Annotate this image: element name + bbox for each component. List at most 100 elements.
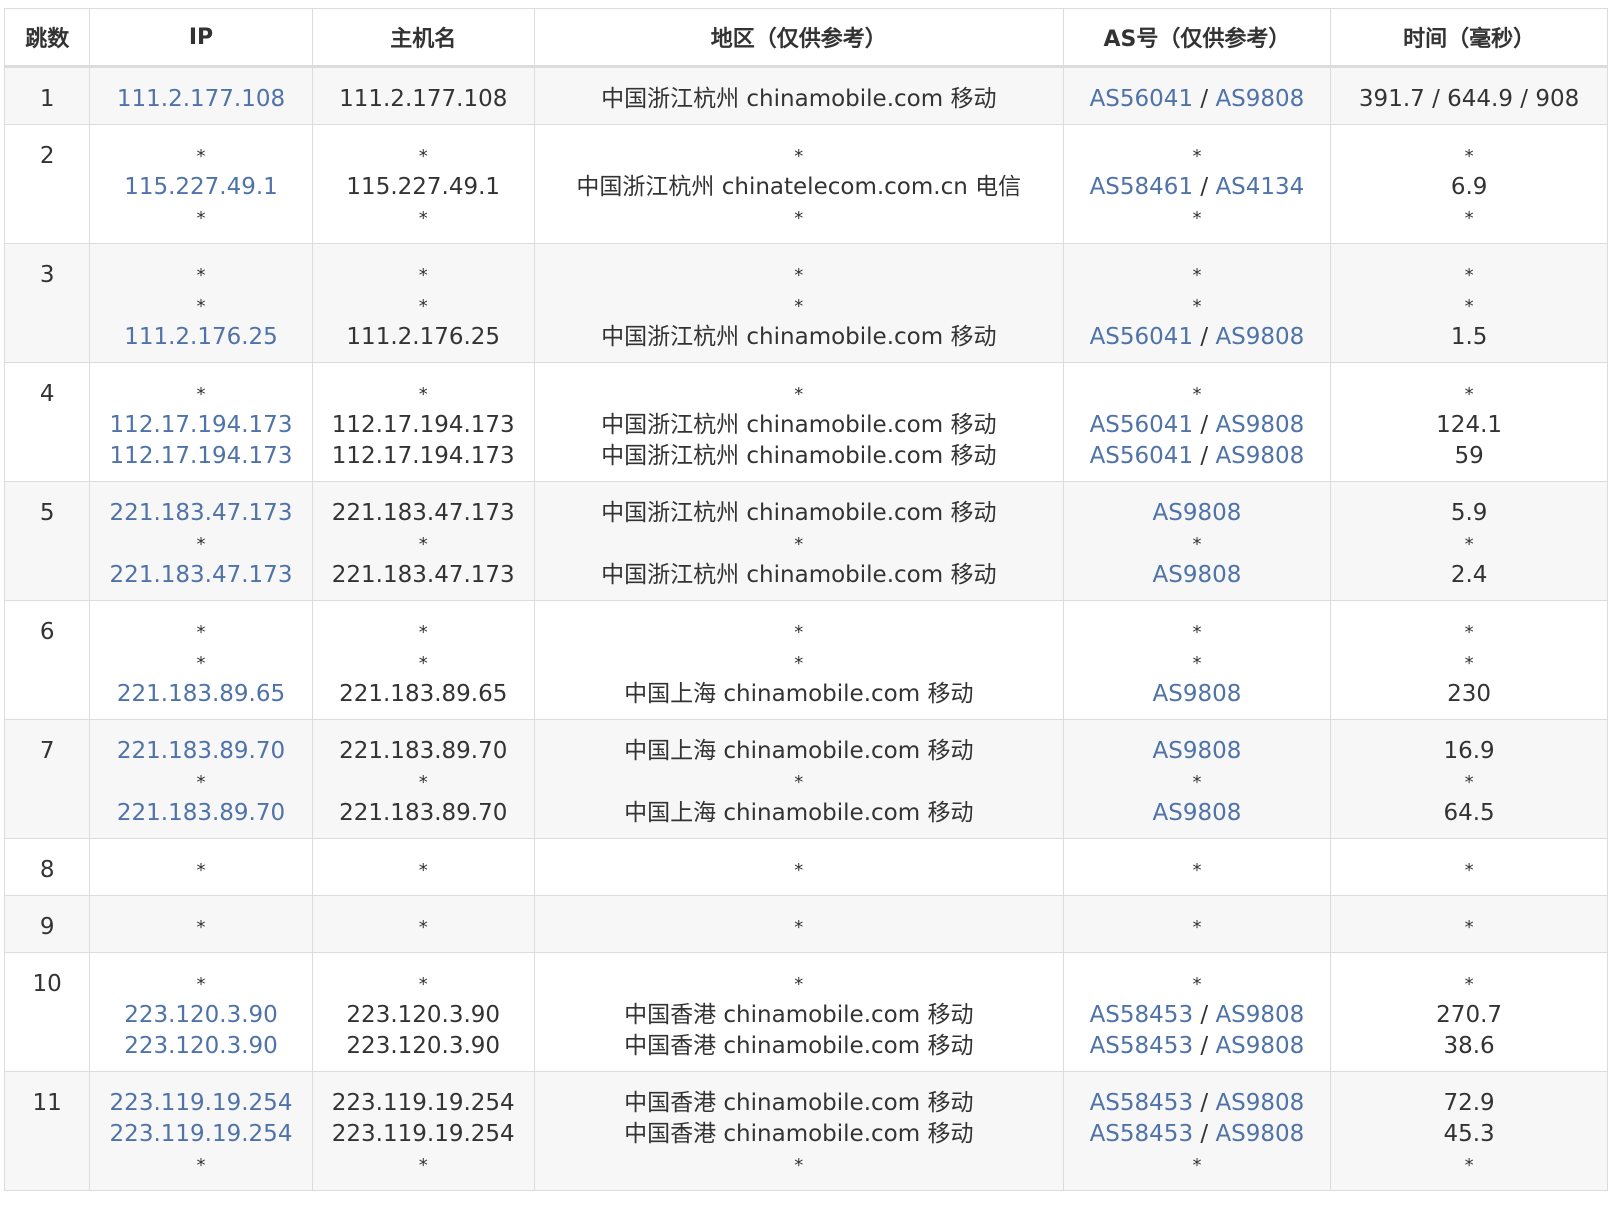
as-link[interactable]: AS9808	[1215, 412, 1304, 438]
as-link[interactable]: AS9808	[1153, 500, 1242, 526]
ip-link[interactable]: 223.119.19.254	[90, 1088, 311, 1119]
as-empty: *	[1192, 860, 1202, 881]
as-link[interactable]: AS58453	[1090, 1090, 1194, 1116]
as-link[interactable]: AS9808	[1215, 443, 1304, 469]
as-separator: /	[1193, 324, 1216, 350]
as-link[interactable]: AS58453	[1090, 1002, 1194, 1028]
time-value: 230	[1447, 681, 1492, 707]
header-region: 地区（仅供参考）	[533, 8, 1064, 68]
hop-number: 2	[39, 143, 55, 169]
as-link[interactable]: AS56041	[1090, 86, 1194, 112]
hop-cell: 3	[3, 243, 91, 363]
hostname-empty: *	[418, 534, 428, 555]
hostname-value: 221.183.47.173	[331, 562, 515, 588]
ip-empty: *	[196, 146, 206, 167]
as-empty: *	[1192, 974, 1202, 995]
ip-link[interactable]: 112.17.194.173	[90, 441, 311, 472]
as-link[interactable]: AS9808	[1215, 1002, 1304, 1028]
time-empty: *	[1464, 265, 1474, 286]
time-cell: 72.9 45.3 *	[1330, 1071, 1608, 1191]
region-cell: * 中国浙江杭州 chinatelecom.com.cn 电信 *	[533, 124, 1064, 244]
as-cell: AS9808 * AS9808	[1062, 481, 1332, 601]
as-link[interactable]: AS9808	[1215, 1090, 1304, 1116]
region-empty: *	[794, 534, 804, 555]
hostname-value: 111.2.176.25	[346, 324, 501, 350]
as-link[interactable]: AS56041	[1090, 412, 1194, 438]
as-link[interactable]: AS56041	[1090, 324, 1194, 350]
ip-link[interactable]: 221.183.47.173	[90, 560, 311, 591]
region-value: 中国上海 chinamobile.com 移动	[624, 738, 974, 764]
as-link[interactable]: AS58453	[1090, 1033, 1194, 1059]
time-value: 270.7	[1436, 1002, 1503, 1028]
ip-link[interactable]: 221.183.89.70	[90, 736, 311, 767]
ip-empty: *	[196, 296, 206, 317]
as-link[interactable]: AS9808	[1153, 562, 1242, 588]
ip-empty: *	[196, 974, 206, 995]
region-cell: 中国香港 chinamobile.com 移动 中国香港 chinamobile.…	[533, 1071, 1064, 1191]
region-value: 中国浙江杭州 chinamobile.com 移动	[601, 86, 997, 112]
hostname-empty: *	[418, 1155, 428, 1176]
region-empty: *	[794, 622, 804, 643]
hop-number: 11	[32, 1090, 62, 1116]
time-value: 64.5	[1443, 800, 1495, 826]
table-row: 1 111.2.177.108 111.2.177.108 中国浙江杭州 chinam…	[3, 66, 1608, 125]
hop-number: 7	[39, 738, 55, 764]
header-hop: 跳数	[3, 8, 91, 68]
region-cell: 中国浙江杭州 chinamobile.com 移动	[533, 66, 1064, 125]
ip-empty: *	[196, 384, 206, 405]
ip-empty: *	[196, 917, 206, 938]
hop-cell: 7	[3, 719, 91, 839]
as-link[interactable]: AS9808	[1215, 86, 1304, 112]
hop-number: 3	[39, 262, 55, 288]
as-separator: /	[1193, 443, 1216, 469]
ip-link[interactable]: 115.227.49.1	[90, 172, 311, 203]
ip-cell: 221.183.47.173 * 221.183.47.173	[89, 481, 313, 601]
as-link[interactable]: AS9808	[1215, 324, 1304, 350]
region-cell: *	[533, 895, 1064, 953]
hop-number: 6	[39, 619, 55, 645]
as-line: AS58461 / AS4134	[1064, 172, 1331, 203]
ip-link[interactable]: 221.183.89.70	[90, 798, 311, 829]
region-empty: *	[794, 146, 804, 167]
region-empty: *	[794, 917, 804, 938]
ip-link[interactable]: 223.120.3.90	[90, 1031, 311, 1062]
as-link[interactable]: AS4134	[1215, 174, 1304, 200]
table-row: 4 * 112.17.194.173 112.17.194.173 * 112.17.19…	[3, 362, 1608, 482]
ip-link[interactable]: 221.183.47.173	[90, 498, 311, 529]
hop-cell: 11	[3, 1071, 91, 1191]
ip-link[interactable]: 111.2.176.25	[90, 322, 311, 353]
ip-empty: *	[196, 772, 206, 793]
hostname-value: 223.120.3.90	[346, 1002, 501, 1028]
hop-cell: 5	[3, 481, 91, 601]
table-row: 10 * 223.120.3.90 223.120.3.90 * 223.120.3.90…	[3, 952, 1608, 1072]
as-link[interactable]: AS9808	[1215, 1121, 1304, 1147]
region-value: 中国浙江杭州 chinatelecom.com.cn 电信	[576, 174, 1022, 200]
ip-empty: *	[196, 208, 206, 229]
hostname-value: 112.17.194.173	[331, 412, 515, 438]
as-line: AS56041 / AS9808	[1064, 410, 1331, 441]
ip-empty: *	[196, 1155, 206, 1176]
time-value: 1.5	[1450, 324, 1488, 350]
ip-link[interactable]: 223.119.19.254	[90, 1119, 311, 1150]
table-row: 2 * 115.227.49.1 * * 115.227.49.1 * * 中国浙江杭州 chi…	[3, 124, 1608, 244]
as-link[interactable]: AS58453	[1090, 1121, 1194, 1147]
as-link[interactable]: AS58461	[1090, 174, 1194, 200]
table-row: 3 * * 111.2.176.25 * * 111.2.176.25 * * 中国浙江杭州 ch…	[3, 243, 1608, 363]
as-link[interactable]: AS9808	[1153, 800, 1242, 826]
ip-link[interactable]: 221.183.89.65	[90, 679, 311, 710]
ip-link[interactable]: 223.120.3.90	[90, 1000, 311, 1031]
time-empty: *	[1464, 296, 1474, 317]
region-value: 中国香港 chinamobile.com 移动	[624, 1002, 974, 1028]
as-link[interactable]: AS9808	[1215, 1033, 1304, 1059]
ip-empty: *	[196, 860, 206, 881]
as-link[interactable]: AS56041	[1090, 443, 1194, 469]
as-link[interactable]: AS9808	[1153, 681, 1242, 707]
ip-link[interactable]: 111.2.177.108	[90, 84, 311, 115]
hostname-empty: *	[418, 146, 428, 167]
time-cell: * 124.1 59	[1330, 362, 1608, 482]
as-link[interactable]: AS9808	[1153, 738, 1242, 764]
hop-cell: 1	[3, 66, 91, 125]
ip-link[interactable]: 112.17.194.173	[90, 410, 311, 441]
as-separator: /	[1193, 1033, 1216, 1059]
time-empty: *	[1464, 146, 1474, 167]
